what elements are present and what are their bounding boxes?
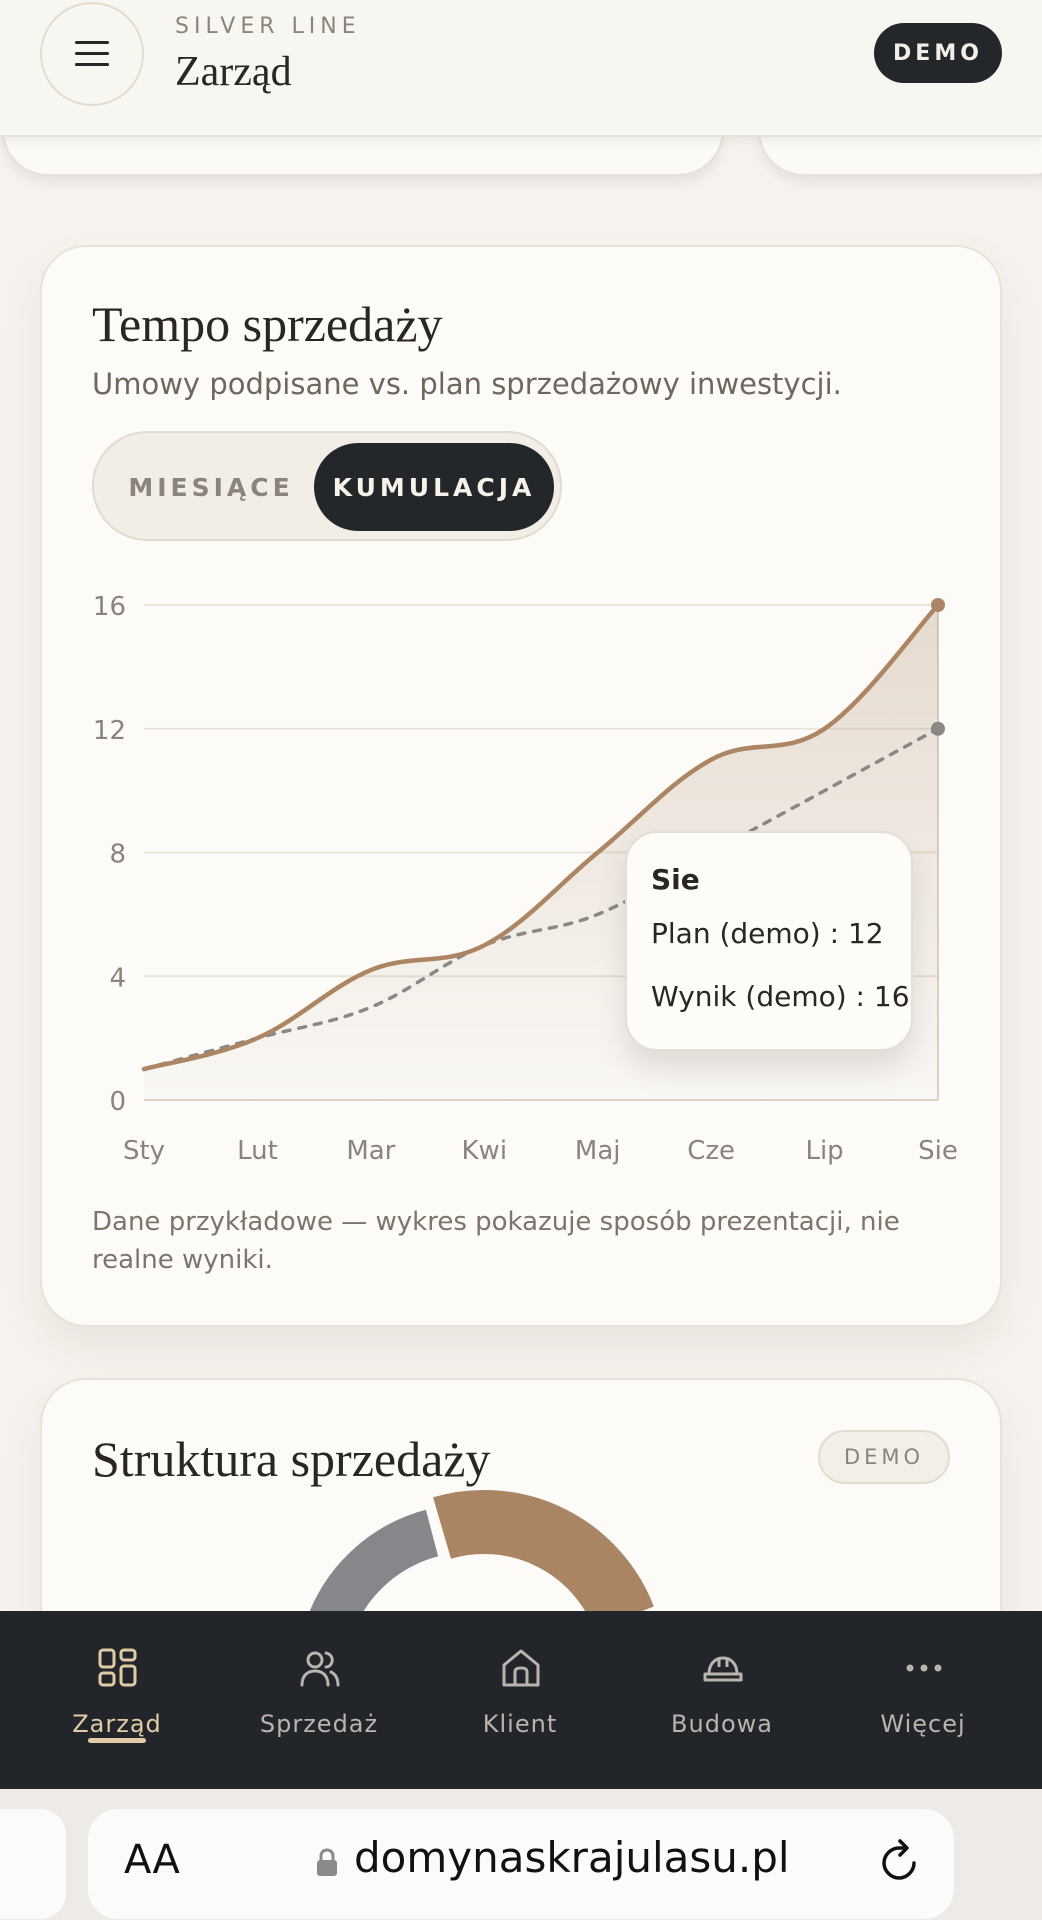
x-tick-label: Lip <box>805 1136 843 1166</box>
y-tick-label: 0 <box>109 1087 126 1117</box>
active-nav-indicator <box>88 1738 146 1743</box>
plan-last-point <box>931 721 945 736</box>
url-text: domynaskrajulasu.pl <box>354 1833 790 1882</box>
nav-label: Budowa <box>671 1710 773 1738</box>
app-header: SILVER LINE Zarząd DEMO <box>0 0 1042 137</box>
nav-item-sprzedaz[interactable]: Sprzedaż <box>219 1611 419 1789</box>
nav-item-wiecej[interactable]: Więcej <box>823 1611 1023 1789</box>
demo-mode-button[interactable]: DEMO <box>874 23 1002 83</box>
x-tick-label: Maj <box>575 1136 621 1166</box>
text-size-button[interactable]: AA <box>124 1837 180 1883</box>
nav-item-zarzad[interactable]: Zarząd <box>17 1611 217 1789</box>
nav-item-budowa[interactable]: Budowa <box>622 1611 822 1789</box>
more-dots-icon <box>906 1664 942 1672</box>
y-tick-label: 16 <box>93 592 126 622</box>
previous-tab-edge[interactable] <box>0 1809 66 1919</box>
lock-icon <box>317 1848 337 1876</box>
users-icon <box>300 1651 340 1687</box>
x-tick-label: Sty <box>123 1136 165 1166</box>
nav-label: Sprzedaż <box>259 1710 379 1738</box>
hamburger-icon <box>75 41 109 67</box>
hard-hat-icon <box>703 1656 743 1682</box>
tooltip-result: Wynik (demo) : 16 <box>651 980 910 1013</box>
donut-segment-brown <box>433 1490 654 1620</box>
y-tick-label: 12 <box>93 716 126 746</box>
home-icon <box>502 1649 540 1687</box>
bottom-navigation: Zarząd Sprzedaż Klient Budowa Więcej <box>0 1611 1042 1789</box>
x-tick-label: Kwi <box>462 1136 508 1166</box>
page-title: Zarząd <box>175 49 292 95</box>
tooltip-plan: Plan (demo) : 12 <box>651 917 884 950</box>
nav-label: Więcej <box>880 1710 966 1738</box>
result-last-point <box>931 598 945 612</box>
tooltip-month: Sie <box>651 863 700 896</box>
nav-label: Klient <box>482 1710 558 1738</box>
address-bar[interactable]: AA domynaskrajulasu.pl <box>88 1809 954 1919</box>
demo-data-note: Dane przykładowe — wykres pokazuje sposó… <box>92 1207 900 1275</box>
x-tick-label: Sie <box>918 1136 958 1166</box>
y-tick-label: 8 <box>109 840 126 870</box>
structure-donut-chart <box>309 1490 654 1620</box>
x-tick-label: Lut <box>237 1136 278 1166</box>
y-tick-label: 4 <box>109 963 126 993</box>
x-tick-label: Mar <box>346 1136 395 1166</box>
dashboard-grid-icon <box>98 1648 137 1687</box>
sales-pace-card: Tempo sprzedaży Umowy podpisane vs. plan… <box>40 245 1002 1327</box>
x-tick-label: Cze <box>687 1136 735 1166</box>
chart-tooltip: Sie Plan (demo) : 12 Wynik (demo) : 16 <box>625 831 913 1051</box>
reload-icon[interactable] <box>876 1837 924 1885</box>
menu-button[interactable] <box>40 2 144 106</box>
sales-pace-chart: 0 4 8 12 16 Sty Lut Mar Kwi Maj Cze Lip Sie <box>93 592 958 1166</box>
donut-segment-gray <box>309 1509 439 1620</box>
nav-item-klient[interactable]: Klient <box>420 1611 620 1789</box>
browser-toolbar: AA domynaskrajulasu.pl <box>0 1789 1042 1920</box>
nav-label: Zarząd <box>72 1710 162 1738</box>
brand-kicker: SILVER LINE <box>175 14 361 39</box>
